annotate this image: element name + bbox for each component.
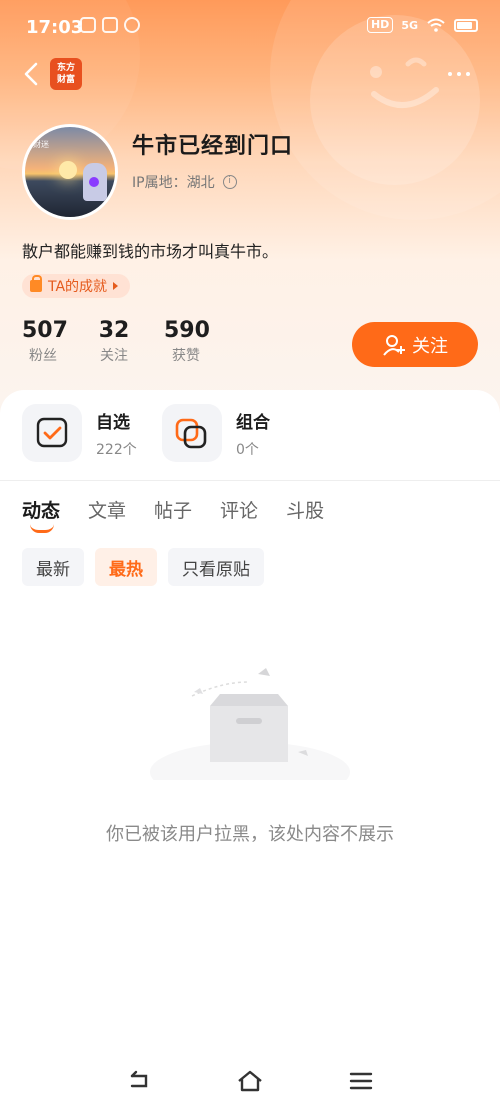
status-notification-icons [80,17,140,33]
menu-nav-icon[interactable] [347,1068,375,1094]
filter-hottest[interactable]: 最热 [95,548,157,586]
app-logo: 东方 财富 [50,58,82,90]
shortcut-count: 222个 [96,441,137,458]
dot [457,72,461,76]
stat-value: 507 [22,318,68,343]
stat-likes[interactable]: 590 获赞 [164,318,210,365]
content-card: 自选 222个 组合 0个 动态 文章 帖子 评论 斗股 最新 最热 只看原贴 [0,390,500,1111]
notification-icon [102,17,118,33]
home-nav-icon[interactable] [236,1068,264,1094]
back-nav-icon[interactable] [126,1068,154,1094]
watchlist-shortcut[interactable]: 自选 222个 [22,404,137,462]
filter-chips: 最新 最热 只看原贴 [22,548,264,586]
stat-label: 粉丝 [29,348,57,364]
portfolio-shortcut[interactable]: 组合 0个 [162,404,270,462]
stat-value: 590 [164,318,210,343]
content-tabs: 动态 文章 帖子 评论 斗股 [22,496,324,533]
username: 牛市已经到门口 [132,134,294,159]
info-icon[interactable]: i [222,175,237,189]
lock-icon [30,275,42,292]
triangle-right-icon [113,282,119,290]
ip-location: IP属地：湖北 [132,175,215,191]
stat-label: 关注 [100,348,128,364]
add-user-icon [383,334,405,356]
bio: 散户都能赚到钱的市场才叫真牛市。 [22,242,279,261]
empty-box-illustration [150,668,350,780]
status-time: 17:03 [26,17,84,38]
hd-badge: HD [366,17,394,33]
watchlist-icon [22,404,82,462]
shortcut-title: 组合 [236,412,270,433]
avatar-text: 财迷 [33,140,49,149]
status-right-icons: HD 5G [366,17,478,33]
status-bar: 17:03 HD 5G [0,0,500,56]
shortcut-title: 自选 [96,412,130,433]
avatar-robot [83,163,107,201]
tab-stock-battle[interactable]: 斗股 [286,496,324,523]
more-options-button[interactable] [448,66,478,82]
stat-value: 32 [98,318,130,343]
tab-posts[interactable]: 帖子 [154,496,192,523]
shortcut-count: 0个 [236,441,259,458]
logo-text: 财富 [56,75,75,85]
dot [448,72,452,76]
empty-message: 你已被该用户拉黑，该处内容不展示 [106,824,394,845]
stat-followers[interactable]: 507 粉丝 [22,318,68,365]
logo-text: 东方 [56,63,75,73]
portfolio-icon [162,404,222,462]
battery-icon [454,18,478,32]
tab-articles[interactable]: 文章 [88,496,126,523]
ip-location-row: IP属地：湖北 i [132,172,237,192]
tab-comments[interactable]: 评论 [220,496,258,523]
filter-original-only[interactable]: 只看原贴 [168,548,264,586]
wifi-icon [427,18,445,32]
notification-icon [124,17,140,33]
divider [0,480,500,481]
stat-following[interactable]: 32 关注 [96,318,132,365]
follow-button[interactable]: 关注 [352,322,478,367]
achievement-badge[interactable]: TA的成就 [22,274,131,298]
filter-latest[interactable]: 最新 [22,548,84,586]
achievement-label: TA的成就 [48,279,108,295]
system-nav-bar [0,1056,500,1111]
tab-activity[interactable]: 动态 [22,496,60,533]
follow-label: 关注 [412,335,448,357]
avatar[interactable]: 财迷 [22,124,118,220]
stat-label: 获赞 [172,348,200,364]
back-icon[interactable] [18,58,46,90]
notification-icon [80,17,96,33]
network-label: 5G [401,18,418,32]
avatar-sun [59,161,77,179]
dot [466,72,470,76]
